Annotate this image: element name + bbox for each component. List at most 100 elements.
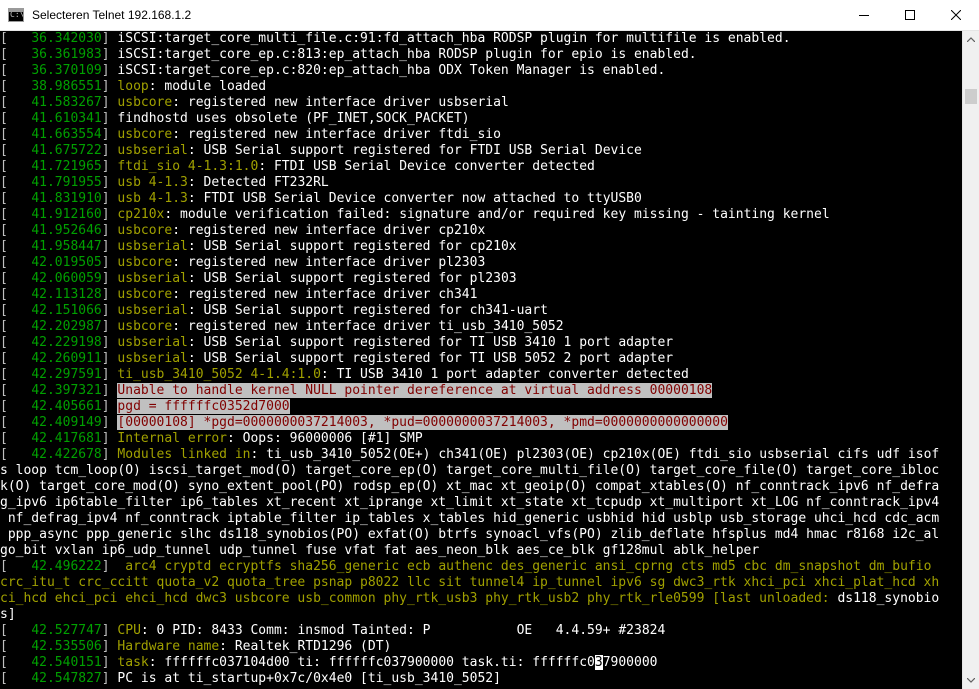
console-line: [ 38.986551] loop: module loaded xyxy=(0,79,962,95)
console-line: [ 42.297591] ti_usb_3410_5052 4-1.4:1.0:… xyxy=(0,367,962,383)
log-text: [ xyxy=(0,367,32,382)
log-text: nf_defrag_ipv4 nf_conntrack iptable_filt… xyxy=(0,511,940,526)
log-text: ] xyxy=(101,367,118,382)
console-line: [ 42.151066] usbserial: USB Serial suppo… xyxy=(0,303,962,319)
window-title: Selecteren Telnet 192.168.1.2 xyxy=(32,8,192,22)
log-timestamp: 42.417681 xyxy=(31,431,102,446)
log-text: [ xyxy=(0,431,32,446)
console-line: [ 36.342030] iSCSI:target_core_multi_fil… xyxy=(0,31,962,47)
log-tag: Hardware name xyxy=(117,639,220,654)
console-line: go_bit vxlan ip6_udp_tunnel udp_tunnel f… xyxy=(0,543,962,559)
console-line: [ 42.229198] usbserial: USB Serial suppo… xyxy=(0,335,962,351)
log-timestamp: 42.113128 xyxy=(31,287,102,302)
log-text: : registered new interface driver ti_usb… xyxy=(172,319,564,334)
log-text: ] xyxy=(101,415,118,430)
log-tag: loop xyxy=(117,79,149,94)
log-tag: ti_usb_3410_5052 4-1.4:1.0 xyxy=(117,367,321,382)
console-line: [ 42.409149] [00000108] *pgd=00000000372… xyxy=(0,415,962,431)
log-text: : ti_usb_3410_5052(OE+) ch341(OE) pl2303… xyxy=(250,447,940,462)
console-line: [ 41.663554] usbcore: registered new int… xyxy=(0,127,962,143)
close-icon xyxy=(951,10,961,20)
log-text: crc_itu_t crc_ccitt quota_v2 quota_tree … xyxy=(0,575,940,590)
log-text: [ xyxy=(0,639,32,654)
log-text: : USB Serial support registered for TI U… xyxy=(187,351,674,366)
log-text: [ xyxy=(0,287,32,302)
log-tag: usbcore xyxy=(117,127,173,142)
console-line: [ 41.583267] usbcore: registered new int… xyxy=(0,95,962,111)
maximize-button[interactable] xyxy=(887,0,933,30)
scroll-thumb[interactable] xyxy=(965,89,977,104)
log-text: [ xyxy=(0,63,32,78)
log-text: ] xyxy=(101,303,118,318)
log-text: g_ipv6 ip6table_filter ip6_tables xt_rec… xyxy=(0,495,940,510)
log-timestamp: 41.958447 xyxy=(31,239,102,254)
log-text: [ xyxy=(0,239,32,254)
log-timestamp: 42.260911 xyxy=(31,351,102,366)
console-line: ppp_async ppp_generic slhc ds118_synobio… xyxy=(0,527,962,543)
console-line: k(O) target_core_mod(O) syno_extent_pool… xyxy=(0,479,962,495)
log-text: : TI USB 3410 1 port adapter converter d… xyxy=(320,367,689,382)
log-text: [ xyxy=(0,111,32,126)
log-timestamp: 41.610341 xyxy=(31,111,102,126)
minimize-icon xyxy=(859,15,869,16)
title-bar[interactable]: C:\ Selecteren Telnet 192.168.1.2 xyxy=(0,0,979,31)
log-tag: usbserial xyxy=(117,271,188,286)
log-text: : registered new interface driver ch341 xyxy=(172,287,478,302)
log-tag: usbcore xyxy=(117,319,173,334)
log-tag: usbserial xyxy=(117,351,188,366)
log-text: go_bit vxlan ip6_udp_tunnel udp_tunnel f… xyxy=(0,543,760,558)
log-text: : 0 PID: 8433 Comm: insmod Tainted: P OE… xyxy=(140,623,666,638)
log-text: ] xyxy=(101,623,118,638)
scroll-down-button[interactable] xyxy=(963,672,979,689)
log-text: ] xyxy=(101,639,118,654)
log-text: : Detected FT232RL xyxy=(187,175,329,190)
scroll-up-button[interactable] xyxy=(963,31,979,48)
console-line: nf_defrag_ipv4 nf_conntrack iptable_filt… xyxy=(0,511,962,527)
close-button[interactable] xyxy=(933,0,979,30)
vertical-scrollbar[interactable] xyxy=(962,31,979,689)
log-tag: usbcore xyxy=(117,287,173,302)
chevron-up-icon xyxy=(967,37,975,42)
log-text: ] xyxy=(101,47,118,62)
log-text: ci_hcd ehci_pci ehci_hcd dwc3 usbcore us… xyxy=(0,591,838,606)
log-text: [ xyxy=(0,143,32,158)
console-line: [ 42.535506] Hardware name: Realtek_RTD1… xyxy=(0,639,962,655)
log-text: ] xyxy=(101,447,118,462)
log-text: : USB Serial support registered for ch34… xyxy=(187,303,548,318)
log-timestamp: 42.060059 xyxy=(31,271,102,286)
log-timestamp: 41.791955 xyxy=(31,175,102,190)
console-line: [ 41.912160] cp210x: module verification… xyxy=(0,207,962,223)
minimize-button[interactable] xyxy=(841,0,887,30)
console-line: s loop tcm_loop(O) iscsi_target_mod(O) t… xyxy=(0,463,962,479)
log-text: : registered new interface driver cp210x xyxy=(172,223,486,238)
log-text: ] xyxy=(101,223,118,238)
console-line: ci_hcd ehci_pci ehci_hcd dwc3 usbcore us… xyxy=(0,591,962,607)
log-text: k(O) target_core_mod(O) syno_extent_pool… xyxy=(0,479,940,494)
log-text: ] xyxy=(101,287,118,302)
log-text: [00000108] *pgd=0000000037214003, *pud=0… xyxy=(117,415,728,430)
log-tag: usbserial xyxy=(117,143,188,158)
log-text: PC is at ti_startup+0x7c/0x4e0 [ti_usb_3… xyxy=(117,671,501,686)
log-timestamp: 42.496222 xyxy=(31,559,102,574)
log-text: ] xyxy=(101,351,118,366)
console-line: [ 42.113128] usbcore: registered new int… xyxy=(0,287,962,303)
log-text: [ xyxy=(0,655,32,670)
console-line: [ 41.610341] findhostd uses obsolete (PF… xyxy=(0,111,962,127)
log-tag: usb 4-1.3 xyxy=(117,175,188,190)
log-text: [ xyxy=(0,159,32,174)
log-tag: CPU xyxy=(117,623,141,638)
log-text: ] xyxy=(101,111,118,126)
log-text: : USB Serial support registered for FTDI… xyxy=(187,143,642,158)
console-line: [ 41.721965] ftdi_sio 4-1.3:1.0: FTDI US… xyxy=(0,159,962,175)
log-text: ppp_async ppp_generic slhc ds118_synobio… xyxy=(0,527,940,542)
log-text: ] xyxy=(101,143,118,158)
console-line: [ 41.952646] usbcore: registered new int… xyxy=(0,223,962,239)
log-tag: cp210x xyxy=(117,207,165,222)
log-timestamp: 42.229198 xyxy=(31,335,102,350)
log-timestamp: 36.342030 xyxy=(31,31,102,46)
console-line: [ 41.958447] usbserial: USB Serial suppo… xyxy=(0,239,962,255)
console-output[interactable]: [ 36.342030] iSCSI:target_core_multi_fil… xyxy=(0,31,962,689)
log-text: [ xyxy=(0,127,32,142)
log-text: : USB Serial support registered for pl23… xyxy=(187,271,517,286)
log-text: ] xyxy=(101,671,118,686)
